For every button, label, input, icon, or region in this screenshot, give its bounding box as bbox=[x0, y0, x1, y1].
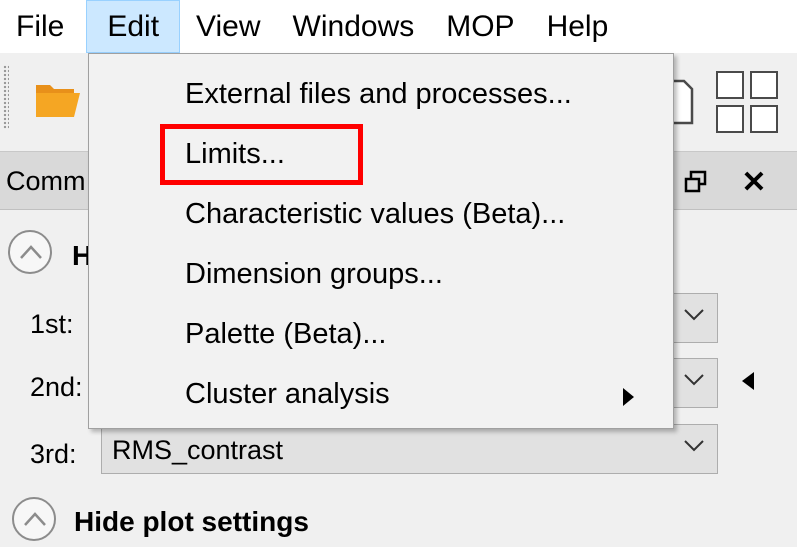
chevron-down-icon bbox=[684, 309, 704, 321]
menu-item-external-files[interactable]: External files and processes... bbox=[89, 66, 673, 126]
menu-windows[interactable]: Windows bbox=[277, 0, 431, 53]
menu-item-limits[interactable]: Limits... bbox=[89, 126, 673, 186]
menu-item-characteristic-values[interactable]: Characteristic values (Beta)... bbox=[89, 186, 673, 246]
menu-help[interactable]: Help bbox=[531, 0, 625, 53]
menu-item-label: Palette (Beta)... bbox=[185, 318, 387, 350]
collapse-icon[interactable] bbox=[12, 497, 56, 541]
folder-open-icon[interactable] bbox=[34, 79, 82, 119]
close-icon[interactable]: ✕ bbox=[734, 162, 774, 202]
hide-plot-settings-toggle[interactable]: Hide plot settings bbox=[74, 506, 309, 538]
menu-item-cluster-analysis[interactable]: Cluster analysis bbox=[89, 366, 673, 426]
row-label-2nd: 2nd: bbox=[30, 372, 83, 402]
row-label-3rd: 3rd: bbox=[30, 439, 77, 469]
row-label-1st: 1st: bbox=[30, 309, 74, 339]
float-window-icon[interactable] bbox=[676, 162, 716, 202]
submenu-arrow-icon bbox=[623, 388, 634, 406]
chevron-down-icon bbox=[684, 374, 704, 386]
menu-item-label: Limits... bbox=[185, 138, 285, 170]
menu-item-palette[interactable]: Palette (Beta)... bbox=[89, 306, 673, 366]
menu-item-dimension-groups[interactable]: Dimension groups... bbox=[89, 246, 673, 306]
combo-3rd[interactable]: RMS_contrast bbox=[101, 424, 718, 474]
app-window: File Edit View Windows MOP Help Comm ✕ H… bbox=[0, 0, 797, 547]
edit-menu-dropdown: External files and processes... Limits..… bbox=[88, 53, 674, 429]
menu-item-label: Cluster analysis bbox=[185, 378, 390, 410]
menu-mop[interactable]: MOP bbox=[430, 0, 530, 53]
menu-view[interactable]: View bbox=[180, 0, 276, 53]
menu-file[interactable]: File bbox=[0, 0, 86, 53]
menu-item-label: Characteristic values (Beta)... bbox=[185, 198, 566, 230]
menu-item-label: External files and processes... bbox=[185, 78, 572, 110]
toolbar-grip[interactable] bbox=[3, 65, 9, 129]
menu-bar: File Edit View Windows MOP Help bbox=[0, 0, 797, 53]
menu-item-label: Dimension groups... bbox=[185, 258, 443, 290]
collapse-icon[interactable] bbox=[8, 230, 52, 274]
panel-title: Comm bbox=[6, 166, 86, 196]
side-arrow-icon[interactable] bbox=[742, 372, 754, 390]
grid-layout-icon[interactable] bbox=[716, 71, 778, 133]
chevron-down-icon bbox=[684, 440, 704, 452]
combo-value: RMS_contrast bbox=[112, 435, 284, 465]
menu-edit[interactable]: Edit bbox=[86, 0, 181, 53]
